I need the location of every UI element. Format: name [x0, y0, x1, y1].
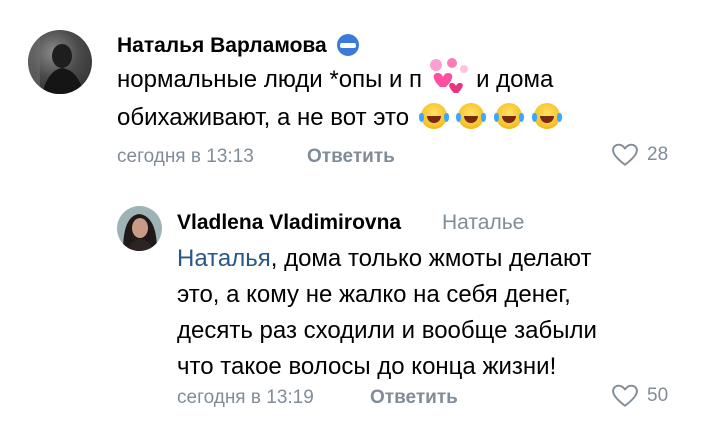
comment-text-line: десять раз сходили и вообще забыли — [177, 317, 597, 344]
laughing-tears-icon — [494, 103, 525, 129]
comment-text: Наталья, дома только жмоты делают — [177, 241, 591, 277]
laughing-tears-icon — [456, 103, 487, 129]
heart-icon — [612, 143, 638, 166]
sticker-icon — [422, 58, 476, 93]
comment-text-line: нормальные люди *опы и п — [117, 66, 423, 93]
comment-text-line: это, а кому не жалко на себя денег, — [177, 281, 571, 308]
comment-text-line: , дома только жмоты делают — [270, 245, 592, 272]
author-name[interactable]: Наталья Варламова — [117, 34, 359, 58]
avatar-photo-icon — [28, 30, 84, 94]
comment-text-line: обихаживают, а не вот это — [117, 104, 410, 131]
like-count: 28 — [647, 144, 669, 165]
comment-text-line: и дома — [476, 66, 554, 93]
badge-icon — [336, 34, 359, 56]
comment-timestamp: сегодня в 13:19 — [177, 387, 314, 408]
comment-timestamp: сегодня в 13:13 — [117, 146, 254, 167]
heart-icon — [612, 384, 638, 407]
mention-link[interactable]: Наталья — [177, 245, 271, 272]
avatar[interactable] — [28, 30, 92, 94]
like-button[interactable]: 28 — [612, 143, 668, 167]
comment-text-line: что такое волосы до конца жизни! — [177, 353, 557, 380]
author-name[interactable]: Vladlena Vladimirovna — [177, 211, 401, 235]
reply-to-label[interactable]: Наталье — [442, 211, 524, 235]
reply-button[interactable]: Ответить — [307, 146, 395, 168]
comment-text: обихаживают, а не вот это — [117, 100, 562, 136]
author-name-text[interactable]: Vladlena Vladimirovna — [177, 211, 401, 234]
avatar[interactable] — [117, 206, 162, 251]
like-count: 50 — [647, 385, 669, 406]
author-name-text[interactable]: Наталья Варламова — [117, 34, 327, 57]
avatar-photo-icon — [123, 214, 157, 251]
reply-button[interactable]: Ответить — [370, 387, 458, 409]
laughing-tears-icon — [531, 103, 562, 129]
like-button[interactable]: 50 — [612, 384, 668, 408]
laughing-tears-icon — [418, 103, 449, 129]
comment-text: нормальные люди *опы и п и дома — [117, 58, 554, 98]
